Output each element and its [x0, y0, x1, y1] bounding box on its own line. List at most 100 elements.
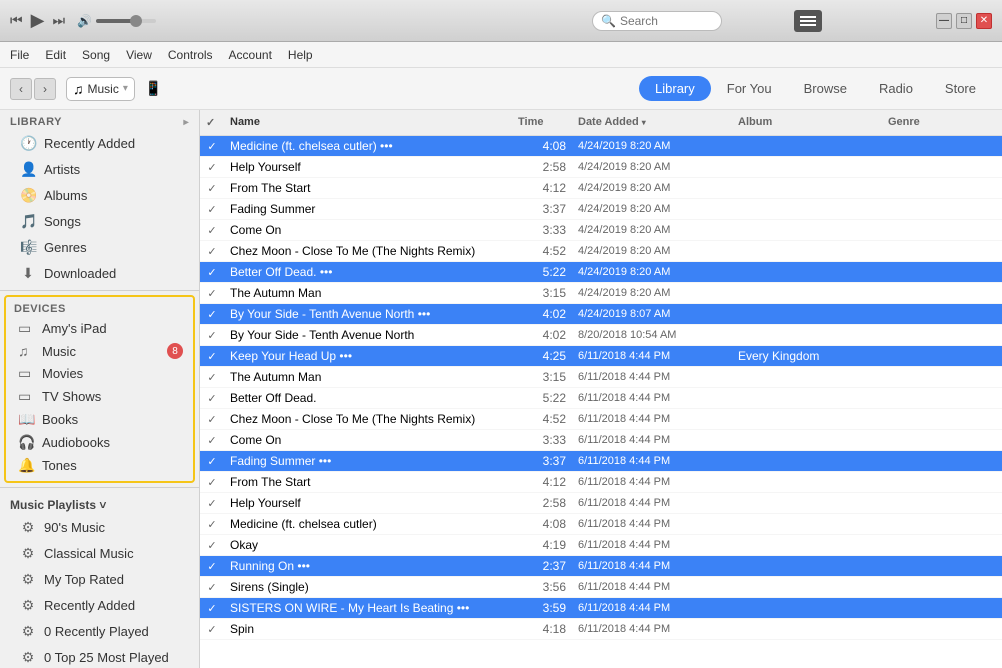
table-row[interactable]: ✓ Medicine (ft. chelsea cutler) 4:08 6/1…: [200, 514, 1002, 535]
name-column[interactable]: Name: [224, 114, 512, 131]
music-icon: 🎵: [20, 213, 36, 230]
track-date: 6/11/2018 4:44 PM: [572, 413, 732, 425]
search-input[interactable]: [620, 14, 713, 28]
sidebar-item-tv-shows[interactable]: ▭ TV Shows: [6, 385, 193, 408]
menu-item-file[interactable]: File: [10, 48, 29, 62]
sidebar-item-top-rated[interactable]: ⚙ My Top Rated: [4, 567, 195, 592]
table-row[interactable]: ✓ Come On 3:33 4/24/2019 8:20 AM: [200, 220, 1002, 241]
table-row[interactable]: ✓ From The Start 4:12 6/11/2018 4:44 PM: [200, 472, 1002, 493]
track-date: 6/11/2018 4:44 PM: [572, 560, 732, 572]
play-button[interactable]: ▶: [31, 10, 45, 31]
date-column[interactable]: Date Added ▾: [572, 114, 732, 131]
track-check: ✓: [200, 434, 224, 447]
source-selector[interactable]: ♫ Music ▾: [66, 77, 135, 101]
album-column[interactable]: Album: [732, 114, 882, 131]
sidebar-item-amys-ipad[interactable]: ▭ Amy's iPad: [6, 317, 193, 340]
sidebar-item-movies[interactable]: ▭ Movies: [6, 362, 193, 385]
track-date: 4/24/2019 8:20 AM: [572, 140, 732, 152]
list-view-icon[interactable]: [794, 10, 822, 32]
sidebar-item-top-25[interactable]: ⚙ 0 Top 25 Most Played: [4, 645, 195, 668]
track-name: Medicine (ft. chelsea cutler): [224, 517, 512, 531]
prev-button[interactable]: ⏮: [10, 12, 23, 29]
minimize-button[interactable]: —: [936, 13, 952, 29]
table-row[interactable]: ✓ From The Start 4:12 4/24/2019 8:20 AM: [200, 178, 1002, 199]
table-row[interactable]: ✓ Better Off Dead. 5:22 6/11/2018 4:44 P…: [200, 388, 1002, 409]
track-date: 6/11/2018 4:44 PM: [572, 371, 732, 383]
menu-item-view[interactable]: View: [126, 48, 152, 62]
menu-item-song[interactable]: Song: [82, 48, 110, 62]
track-check: ✓: [200, 623, 224, 636]
volume-slider[interactable]: [96, 19, 156, 23]
table-row[interactable]: ✓ Help Yourself 2:58 4/24/2019 8:20 AM: [200, 157, 1002, 178]
track-check: ✓: [200, 329, 224, 342]
track-name: Come On: [224, 433, 512, 447]
sidebar-item-genres[interactable]: 🎼 Genres: [4, 235, 195, 260]
table-row[interactable]: ✓ By Your Side - Tenth Avenue North ••• …: [200, 304, 1002, 325]
table-row[interactable]: ✓ Come On 3:33 6/11/2018 4:44 PM: [200, 430, 1002, 451]
tab-browse[interactable]: Browse: [788, 76, 863, 101]
track-name: By Your Side - Tenth Avenue North •••: [224, 307, 512, 321]
track-duration: 3:33: [512, 433, 572, 447]
table-row[interactable]: ✓ Chez Moon - Close To Me (The Nights Re…: [200, 241, 1002, 262]
table-row[interactable]: ✓ Better Off Dead. ••• 5:22 4/24/2019 8:…: [200, 262, 1002, 283]
maximize-button[interactable]: □: [956, 13, 972, 29]
sidebar-item-songs[interactable]: 🎵 Songs: [4, 209, 195, 234]
sidebar-item-recently-played[interactable]: ⚙ 0 Recently Played: [4, 619, 195, 644]
volume-icon: 🔊: [77, 14, 92, 28]
sidebar-item-albums[interactable]: 📀 Albums: [4, 183, 195, 208]
main-content: Library ▸ 🕐 Recently Added 👤 Artists 📀 A…: [0, 110, 1002, 668]
sidebar-item-recently-added[interactable]: 🕐 Recently Added: [4, 131, 195, 156]
table-row[interactable]: ✓ SISTERS ON WIRE - My Heart Is Beating …: [200, 598, 1002, 619]
menu-item-help[interactable]: Help: [288, 48, 313, 62]
sidebar-item-90s-music[interactable]: ⚙ 90's Music: [4, 515, 195, 540]
table-row[interactable]: ✓ Sirens (Single) 3:56 6/11/2018 4:44 PM: [200, 577, 1002, 598]
menu-item-account[interactable]: Account: [229, 48, 272, 62]
track-table[interactable]: ✓ Name Time Date Added ▾ Album Genre ✓ M…: [200, 110, 1002, 668]
music-device-icon: ♫: [18, 343, 36, 359]
tab-radio[interactable]: Radio: [863, 76, 929, 101]
table-row[interactable]: ✓ Chez Moon - Close To Me (The Nights Re…: [200, 409, 1002, 430]
sidebar-item-books[interactable]: 📖 Books: [6, 408, 193, 431]
sidebar-item-device-music[interactable]: ♫ Music 8: [6, 340, 193, 362]
check-column[interactable]: ✓: [200, 114, 224, 131]
track-name: Chez Moon - Close To Me (The Nights Remi…: [224, 244, 512, 258]
table-row[interactable]: ✓ Medicine (ft. chelsea cutler) ••• 4:08…: [200, 136, 1002, 157]
forward-button[interactable]: ›: [34, 78, 56, 100]
tab-for-you[interactable]: For You: [711, 76, 788, 101]
sidebar-item-artists[interactable]: 👤 Artists: [4, 157, 195, 182]
track-date: 8/20/2018 10:54 AM: [572, 329, 732, 341]
table-row[interactable]: ✓ Running On ••• 2:37 6/11/2018 4:44 PM: [200, 556, 1002, 577]
track-date: 6/11/2018 4:44 PM: [572, 434, 732, 446]
table-row[interactable]: ✓ By Your Side - Tenth Avenue North 4:02…: [200, 325, 1002, 346]
table-row[interactable]: ✓ Fading Summer 3:37 4/24/2019 8:20 AM: [200, 199, 1002, 220]
track-name: Keep Your Head Up •••: [224, 349, 512, 363]
table-row[interactable]: ✓ The Autumn Man 3:15 6/11/2018 4:44 PM: [200, 367, 1002, 388]
sidebar-item-classical[interactable]: ⚙ Classical Music: [4, 541, 195, 566]
next-button[interactable]: ⏭: [52, 12, 65, 29]
sidebar-item-downloaded[interactable]: ⬇ Downloaded: [4, 261, 195, 286]
track-check: ✓: [200, 245, 224, 258]
tab-store[interactable]: Store: [929, 76, 992, 101]
sidebar-item-tones[interactable]: 🔔 Tones: [6, 454, 193, 477]
close-button[interactable]: ✕: [976, 13, 992, 29]
sidebar-item-recently-added-playlist[interactable]: ⚙ Recently Added: [4, 593, 195, 618]
tab-library[interactable]: Library: [639, 76, 711, 101]
playlists-section-header[interactable]: Music Playlists ˅: [0, 492, 199, 514]
back-button[interactable]: ‹: [10, 78, 32, 100]
table-row[interactable]: ✓ Okay 4:19 6/11/2018 4:44 PM: [200, 535, 1002, 556]
table-row[interactable]: ✓ Fading Summer ••• 3:37 6/11/2018 4:44 …: [200, 451, 1002, 472]
library-toggle[interactable]: ▸: [183, 117, 189, 128]
time-column[interactable]: Time: [512, 114, 572, 131]
table-row[interactable]: ✓ Keep Your Head Up ••• 4:25 6/11/2018 4…: [200, 346, 1002, 367]
table-row[interactable]: ✓ Help Yourself 2:58 6/11/2018 4:44 PM: [200, 493, 1002, 514]
track-duration: 2:58: [512, 496, 572, 510]
menu-item-controls[interactable]: Controls: [168, 48, 213, 62]
table-row[interactable]: ✓ Spin 4:18 6/11/2018 4:44 PM: [200, 619, 1002, 640]
device-icon[interactable]: 📱: [145, 80, 162, 97]
music-badge: 8: [167, 343, 183, 359]
library-section-header: Library ▸: [0, 110, 199, 130]
sidebar-item-audiobooks[interactable]: 🎧 Audiobooks: [6, 431, 193, 454]
table-row[interactable]: ✓ The Autumn Man 3:15 4/24/2019 8:20 AM: [200, 283, 1002, 304]
genre-column[interactable]: Genre: [882, 114, 1002, 131]
menu-item-edit[interactable]: Edit: [45, 48, 66, 62]
